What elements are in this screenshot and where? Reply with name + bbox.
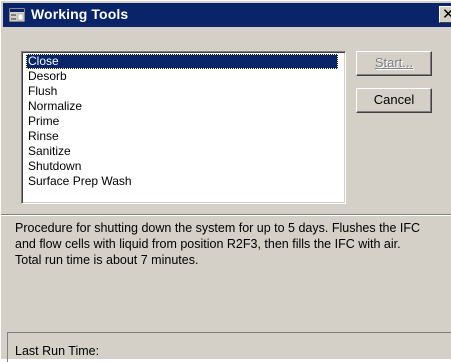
list-item[interactable]: Flush — [26, 84, 59, 99]
start-button[interactable]: Start... — [356, 51, 432, 76]
window-title: Working Tools — [31, 6, 129, 22]
list-item[interactable]: Normalize — [26, 99, 84, 114]
cancel-button[interactable]: Cancel — [356, 88, 432, 113]
close-icon: ✕ — [442, 5, 451, 23]
status-bar: Last Run Time: — [7, 332, 451, 362]
list-item[interactable]: Prime — [26, 114, 61, 129]
app-window-icon — [9, 8, 25, 22]
start-button-label: Start... — [374, 55, 414, 70]
list-item[interactable]: Rinse — [26, 129, 61, 144]
last-run-time-label: Last Run Time: — [15, 344, 100, 358]
title-bar[interactable]: Working Tools ✕ — [3, 3, 451, 27]
list-item[interactable]: Desorb — [26, 69, 69, 84]
section-divider — [1, 214, 451, 216]
close-button[interactable]: ✕ — [439, 5, 451, 23]
procedure-description: Procedure for shutting down the system f… — [15, 221, 421, 267]
list-item[interactable]: Surface Prep Wash — [26, 174, 134, 189]
working-tools-dialog: Working Tools ✕ Close Desorb Flush Norma… — [0, 0, 451, 362]
procedure-list[interactable]: Close Desorb Flush Normalize Prime Rinse… — [21, 51, 346, 204]
list-item[interactable]: Close — [26, 54, 338, 69]
cancel-button-label: Cancel — [373, 92, 415, 107]
list-item[interactable]: Shutdown — [26, 159, 83, 174]
list-item[interactable]: Sanitize — [26, 144, 73, 159]
